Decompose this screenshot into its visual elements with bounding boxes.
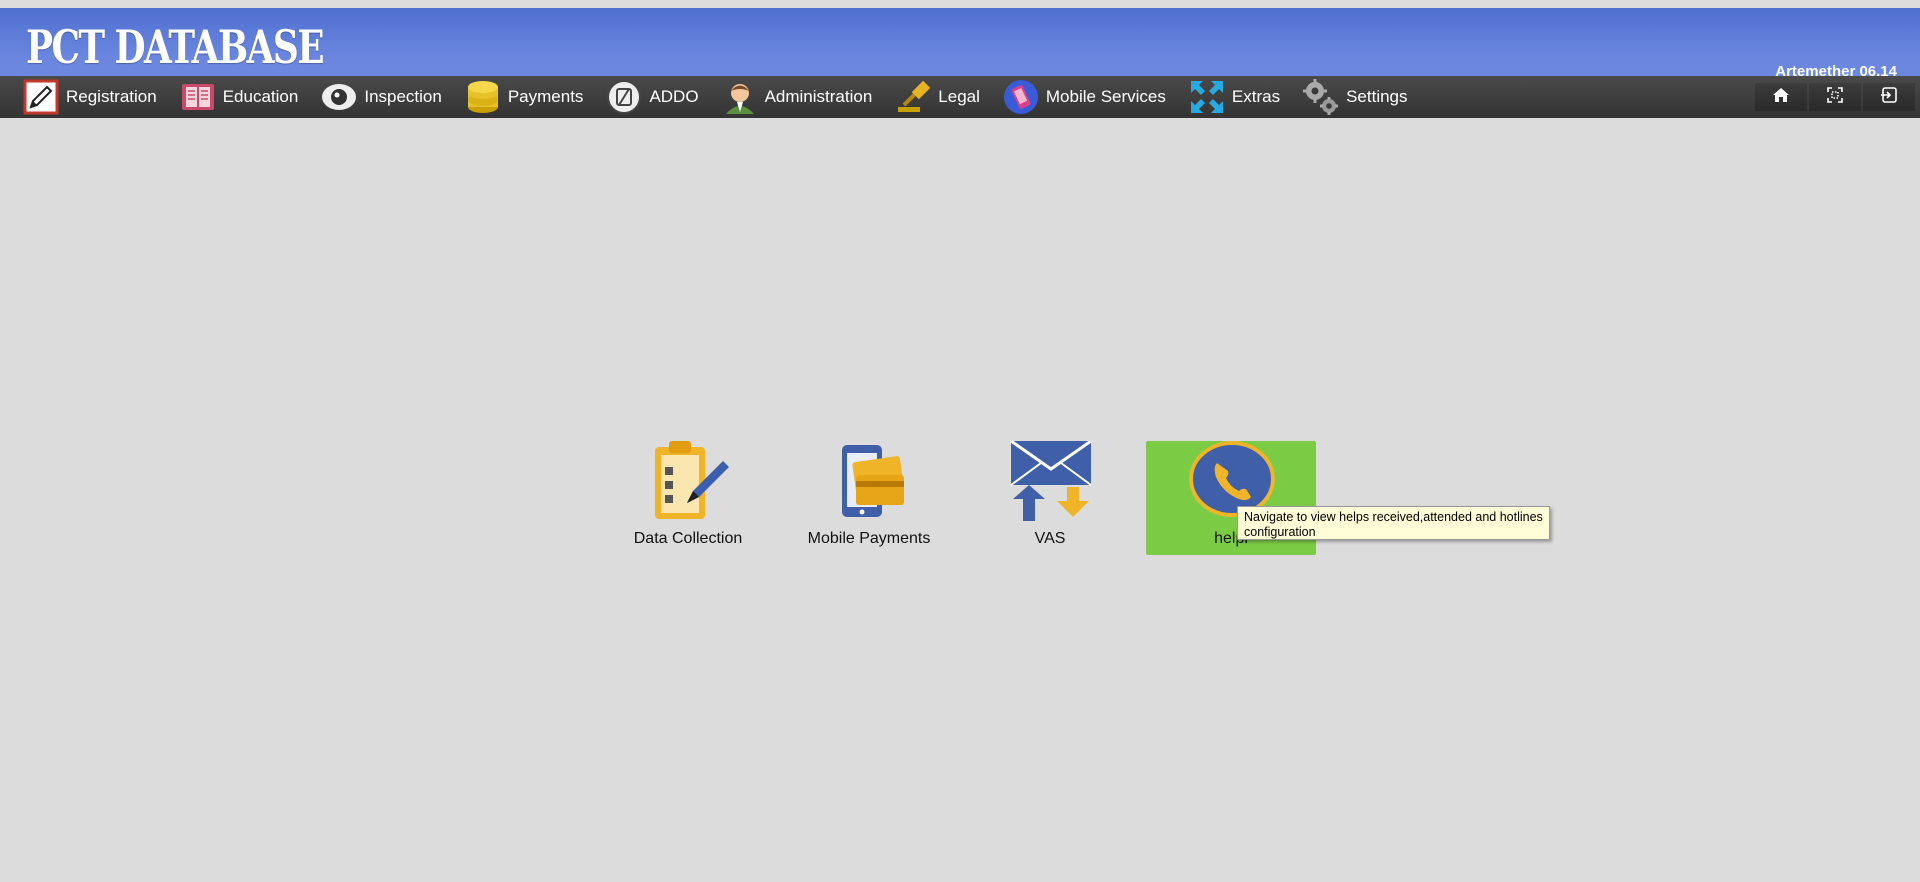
menu-item-label: Mobile Services bbox=[1045, 87, 1166, 106]
main-menu-bar: Registration Education Inspection Paymen… bbox=[0, 76, 1920, 118]
menu-item-label: Legal bbox=[938, 87, 980, 106]
tile-mobile-payments[interactable]: Mobile Payments bbox=[784, 441, 954, 555]
top-right-toolbar bbox=[1755, 76, 1920, 118]
fullscreen-icon bbox=[1825, 85, 1845, 110]
gavel-icon bbox=[894, 78, 932, 116]
addo-icon bbox=[605, 78, 643, 116]
menu-item-extras[interactable]: Extras bbox=[1188, 76, 1280, 118]
pencil-icon bbox=[22, 78, 60, 116]
menu-item-label: Settings bbox=[1346, 87, 1408, 106]
menu-item-payments[interactable]: Payments bbox=[464, 76, 584, 118]
menu-item-legal[interactable]: Legal bbox=[894, 76, 980, 118]
menu-item-label: ADDO bbox=[649, 87, 699, 106]
logout-icon bbox=[1879, 85, 1899, 110]
coins-icon bbox=[464, 78, 502, 116]
fullscreen-button[interactable] bbox=[1809, 83, 1861, 111]
menu-item-education[interactable]: Education bbox=[179, 76, 299, 118]
menu-item-label: Inspection bbox=[364, 87, 442, 106]
user-icon bbox=[721, 78, 759, 116]
logout-button[interactable] bbox=[1863, 83, 1915, 111]
menu-item-label: Extras bbox=[1231, 87, 1281, 106]
home-icon bbox=[1771, 85, 1791, 110]
envelope-transfer-icon bbox=[1005, 441, 1095, 523]
tile-label: VAS bbox=[1034, 530, 1066, 547]
menu-item-label: Administration bbox=[764, 87, 873, 106]
expand-arrows-icon bbox=[1188, 78, 1226, 116]
menu-item-administration[interactable]: Administration bbox=[721, 76, 873, 118]
gears-icon bbox=[1302, 78, 1340, 116]
tooltip: Navigate to view helps received,attended… bbox=[1237, 506, 1550, 540]
menu-item-registration[interactable]: Registration bbox=[22, 76, 157, 118]
book-icon bbox=[179, 78, 217, 116]
tile-data-collection[interactable]: Data Collection bbox=[603, 441, 773, 555]
clipboard-icon bbox=[643, 441, 733, 523]
eye-icon bbox=[320, 78, 358, 116]
menu-item-mobile-services[interactable]: Mobile Services bbox=[1002, 76, 1166, 118]
mobile-payment-icon bbox=[824, 441, 914, 523]
menu-item-label: Education bbox=[222, 87, 299, 106]
menu-item-addo[interactable]: ADDO bbox=[605, 76, 699, 118]
menu-item-label: Registration bbox=[66, 87, 157, 106]
menu-item-settings[interactable]: Settings bbox=[1302, 76, 1408, 118]
tile-vas[interactable]: VAS bbox=[965, 441, 1135, 555]
tile-label: Data Collection bbox=[633, 530, 743, 547]
menu-item-inspection[interactable]: Inspection bbox=[320, 76, 442, 118]
tile-label: Mobile Payments bbox=[807, 530, 931, 547]
home-button[interactable] bbox=[1755, 83, 1807, 111]
mobile-icon bbox=[1002, 78, 1040, 116]
brand-logo[interactable]: PCT DATABASE bbox=[26, 20, 325, 74]
menu-item-label: Payments bbox=[507, 87, 584, 106]
